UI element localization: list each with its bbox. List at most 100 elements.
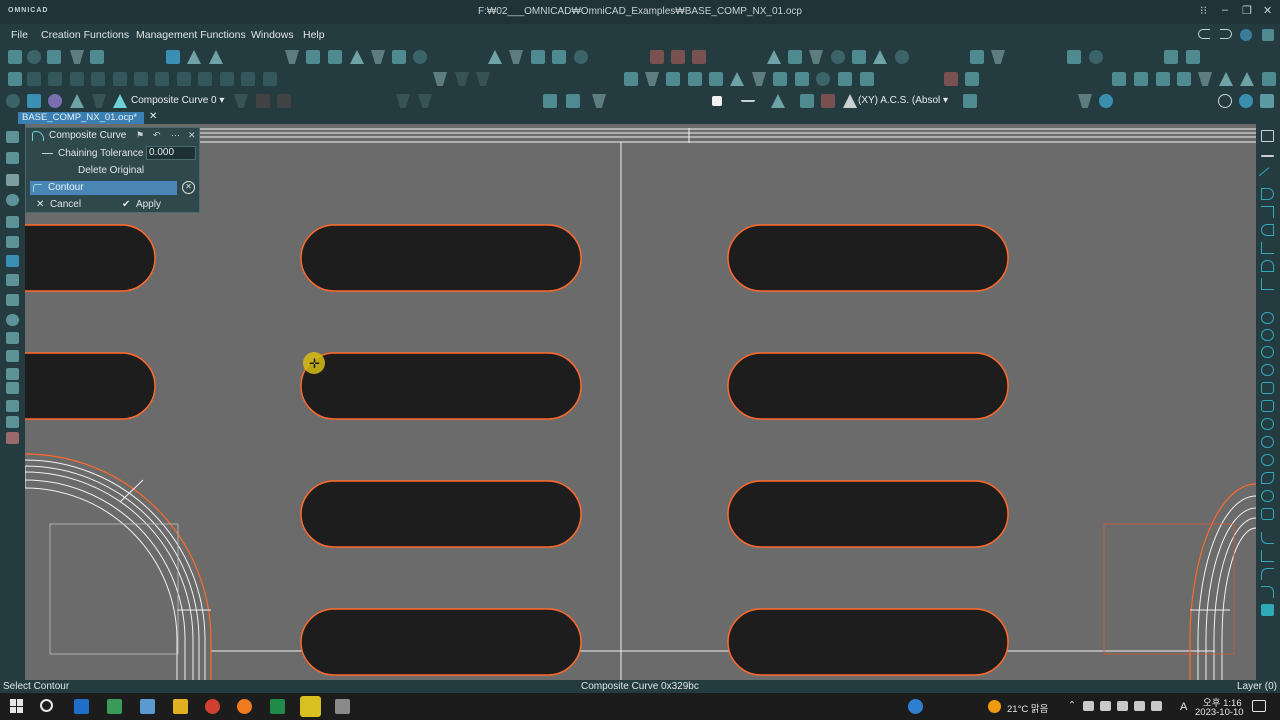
file-tab-close-icon[interactable]: ✕ xyxy=(149,111,157,122)
pin-icon[interactable]: ⁝⁝ xyxy=(1200,4,1207,17)
mesh-icon[interactable] xyxy=(895,50,909,64)
project-icon[interactable] xyxy=(392,50,406,64)
thicken-icon[interactable] xyxy=(795,72,809,86)
chrome-icon[interactable] xyxy=(205,699,220,714)
shell-icon[interactable] xyxy=(90,50,104,64)
chaining-tolerance-input[interactable]: 0.000 xyxy=(146,146,196,160)
layer-icon[interactable] xyxy=(970,50,984,64)
mirror-icon[interactable] xyxy=(155,72,169,86)
text-icon[interactable] xyxy=(396,94,410,108)
maximize-button[interactable]: ❐ xyxy=(1242,4,1252,17)
minus-icon[interactable] xyxy=(1261,155,1274,157)
loft-icon[interactable] xyxy=(688,72,702,86)
cancel-icon[interactable] xyxy=(277,94,291,108)
boolean-icon[interactable] xyxy=(816,72,830,86)
scale-icon[interactable] xyxy=(177,72,191,86)
pen-icon[interactable] xyxy=(433,72,447,86)
revolve-icon[interactable] xyxy=(70,50,84,64)
analysis-tools-icon[interactable] xyxy=(6,294,19,306)
slot-contour[interactable] xyxy=(300,224,582,292)
tray-app-icon[interactable] xyxy=(1083,701,1094,711)
delete-icon[interactable] xyxy=(650,50,664,64)
volume-icon[interactable] xyxy=(1151,701,1162,711)
reset-icon[interactable]: ↶ xyxy=(153,130,161,141)
csys-toggle-icon[interactable] xyxy=(821,94,835,108)
slot-contour[interactable] xyxy=(727,480,1009,548)
wireframe-mode-icon[interactable] xyxy=(27,94,41,108)
stop-icon[interactable] xyxy=(256,94,270,108)
zoom-icon[interactable] xyxy=(6,314,19,326)
diamond-icon[interactable] xyxy=(6,400,19,412)
trim-icon[interactable] xyxy=(350,50,364,64)
ortho-icon[interactable] xyxy=(1240,72,1254,86)
angle-icon[interactable] xyxy=(1261,278,1274,290)
color-swatch-icon[interactable] xyxy=(712,96,722,106)
spline-tool-icon[interactable] xyxy=(1261,472,1274,484)
group-icon[interactable] xyxy=(91,72,105,86)
file-explorer-icon[interactable] xyxy=(173,699,188,714)
curve-tools-icon[interactable] xyxy=(6,255,19,267)
blank-icon[interactable] xyxy=(671,50,685,64)
axis-icon[interactable] xyxy=(1134,72,1148,86)
note-icon[interactable] xyxy=(965,72,979,86)
circle-center-icon[interactable] xyxy=(1261,312,1274,324)
visibility-icon[interactable] xyxy=(6,194,19,206)
edit-tools-icon[interactable] xyxy=(6,368,19,380)
align-icon[interactable] xyxy=(134,72,148,86)
export-icon[interactable] xyxy=(1164,50,1178,64)
blend-icon[interactable] xyxy=(666,72,680,86)
fullscreen-icon[interactable] xyxy=(1260,94,1274,108)
menu-management-functions[interactable]: Management Functions xyxy=(136,29,246,41)
csys-icon[interactable] xyxy=(1177,72,1191,86)
curvature-icon[interactable] xyxy=(809,50,823,64)
import-icon[interactable] xyxy=(1186,50,1200,64)
plane-icon[interactable] xyxy=(1112,72,1126,86)
grid-snap-icon[interactable] xyxy=(800,94,814,108)
pattern-icon[interactable] xyxy=(241,72,255,86)
spline-icon[interactable] xyxy=(187,50,201,64)
slot-contour[interactable] xyxy=(25,352,156,420)
section-icon[interactable] xyxy=(852,50,866,64)
excel-icon[interactable] xyxy=(270,699,285,714)
join-icon[interactable] xyxy=(531,50,545,64)
line-style-icon[interactable] xyxy=(741,94,755,102)
light-icon[interactable] xyxy=(1239,94,1253,108)
snap-point-icon[interactable] xyxy=(543,94,557,108)
point-icon[interactable] xyxy=(1156,72,1170,86)
apply-button[interactable]: ✔ Apply xyxy=(122,199,161,210)
arc-icon[interactable] xyxy=(285,50,299,64)
cut-icon[interactable] xyxy=(70,72,84,86)
ime-indicator[interactable]: A xyxy=(1180,701,1187,713)
erase-tools-icon[interactable] xyxy=(6,432,19,444)
line-icon[interactable] xyxy=(488,50,502,64)
hexagon-icon[interactable] xyxy=(1261,400,1274,412)
search-icon[interactable] xyxy=(6,382,19,394)
chain-icon[interactable] xyxy=(624,72,638,86)
tray-display-icon[interactable] xyxy=(1117,701,1128,711)
bezier-icon[interactable] xyxy=(209,50,223,64)
notification-icon[interactable] xyxy=(1252,700,1266,712)
layers-icon[interactable] xyxy=(6,152,19,164)
menu-file[interactable]: File xyxy=(11,29,28,41)
pin-icon[interactable]: ⚑ xyxy=(136,130,144,141)
line-weight-icon[interactable] xyxy=(771,94,785,108)
slot-contour[interactable] xyxy=(727,224,1009,292)
slot-contour[interactable] xyxy=(727,608,1009,676)
sphere-icon[interactable] xyxy=(27,50,41,64)
pencil-icon[interactable] xyxy=(70,94,84,108)
tray-usb-icon[interactable] xyxy=(1100,701,1111,711)
network-icon[interactable] xyxy=(1134,701,1145,711)
contour-selector[interactable]: Contour xyxy=(30,181,177,195)
fill-tool-icon[interactable] xyxy=(1261,604,1274,616)
polygon-icon[interactable] xyxy=(1261,382,1274,394)
slot-contour[interactable] xyxy=(300,608,582,676)
intersect-icon[interactable] xyxy=(413,50,427,64)
view-shade-icon[interactable] xyxy=(1099,94,1113,108)
step-icon[interactable] xyxy=(234,94,248,108)
render-mode-icon[interactable] xyxy=(48,94,62,108)
parallel-icon[interactable] xyxy=(1261,224,1274,236)
filter-icon[interactable] xyxy=(592,94,606,108)
settings-icon[interactable] xyxy=(1262,29,1274,41)
offset-icon[interactable] xyxy=(328,50,342,64)
coord-system-combo[interactable]: (XY) A.C.S. (Absol ▾ xyxy=(854,93,952,109)
